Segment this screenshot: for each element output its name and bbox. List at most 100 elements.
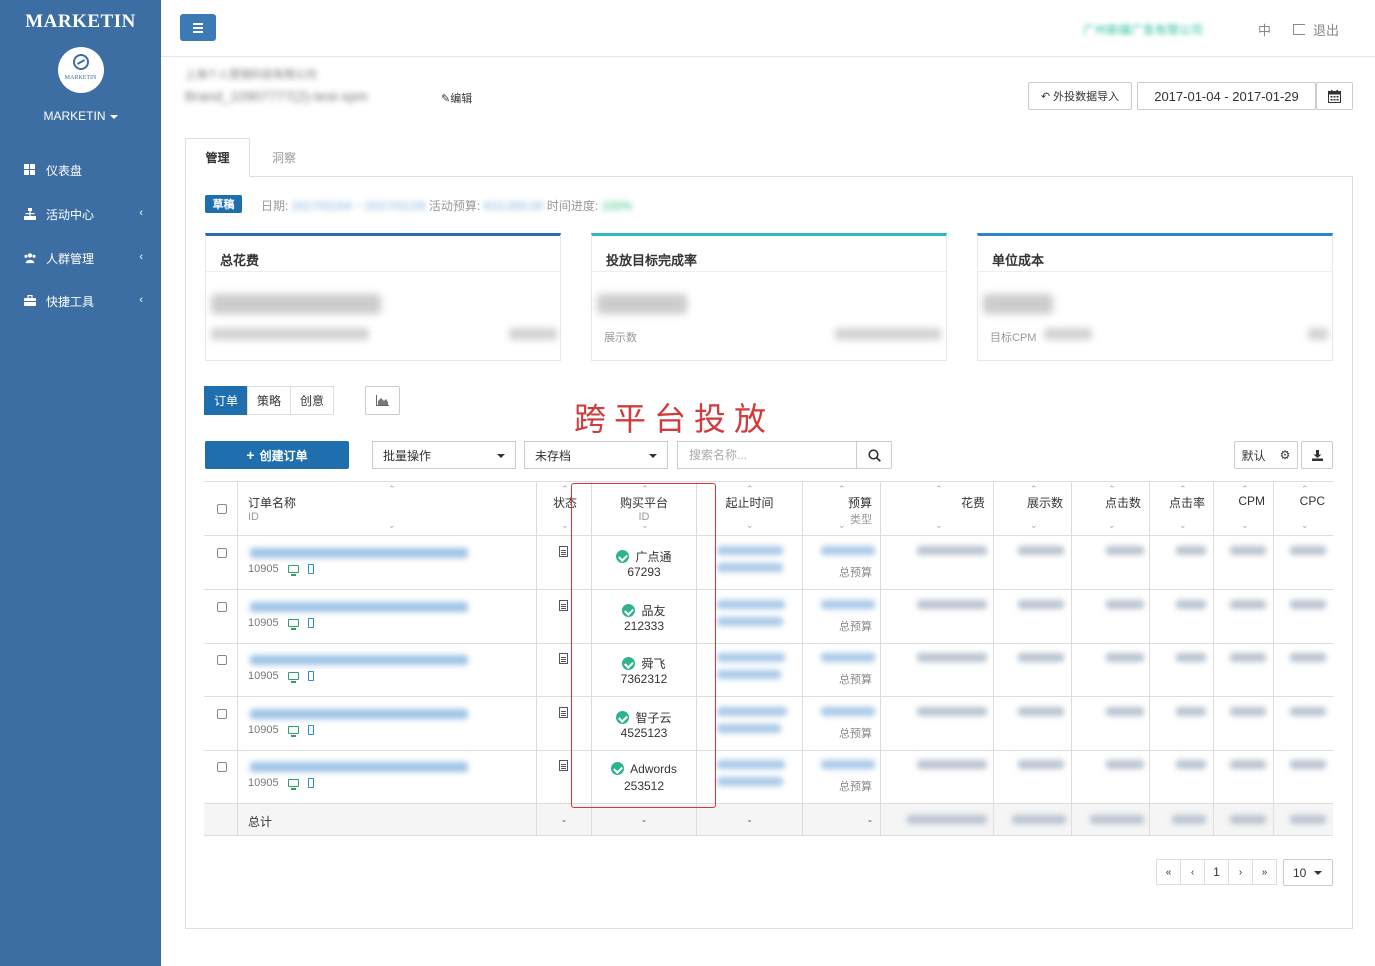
select-all-checkbox[interactable] — [217, 504, 227, 514]
header-platform[interactable]: ⌃ 购买平台 ID ⌄ — [591, 482, 696, 537]
search-button[interactable] — [856, 441, 892, 469]
desktop-icon — [288, 779, 299, 790]
tab-manage[interactable]: 管理 — [185, 138, 250, 177]
sidebar-item-label: 人群管理 — [46, 251, 95, 266]
bulk-action-select[interactable]: 批量操作 — [372, 441, 516, 469]
column-preset-button[interactable]: 默认 ⚙ — [1234, 441, 1298, 469]
platform-name: 智子云 — [592, 709, 696, 726]
header-label: 点击率 — [1168, 496, 1205, 510]
briefcase-icon — [24, 295, 36, 306]
archive-filter-label: 未存档 — [535, 448, 572, 463]
kpi-card-total-spend: 总花费 — [205, 233, 561, 361]
campaign-name: Brand_10907777(2)-test-xpm — [185, 88, 368, 104]
header-label: 展示数 — [1026, 496, 1063, 510]
sidebar-item-quick-tools[interactable]: 快捷工具 ‹ — [0, 291, 161, 311]
table-row: 10905 品友 212333 总预算 — [204, 590, 1333, 644]
sidebar-item-dashboard[interactable]: 仪表盘 — [0, 160, 161, 180]
tab-insight[interactable]: 洞察 — [256, 138, 312, 177]
header-cpc[interactable]: ⌃ CPC ⌄ — [1273, 482, 1333, 537]
export-button[interactable] — [1301, 441, 1333, 469]
order-id: 10905 — [248, 617, 279, 629]
edit-button[interactable]: ✎编辑 — [441, 90, 472, 106]
budget-type: 总预算 — [839, 674, 872, 686]
page-prev-button[interactable]: ‹ — [1180, 859, 1205, 885]
annotation-title: 跨平台投放 — [574, 400, 775, 438]
row-checkbox[interactable] — [217, 709, 227, 719]
calendar-button[interactable] — [1316, 82, 1353, 110]
chart-toggle-button[interactable] — [365, 386, 400, 415]
header-order-name[interactable]: ⌃ 订单名称 ID ⌄ — [237, 482, 536, 537]
kpi-card-title: 单位成本 — [992, 253, 1045, 268]
mobile-icon — [308, 725, 314, 735]
order-name-link[interactable] — [250, 709, 468, 719]
row-checkbox[interactable] — [217, 655, 227, 665]
page-last-button[interactable]: » — [1252, 859, 1277, 885]
document-icon[interactable] — [559, 546, 568, 557]
logout-button[interactable]: 退出 — [1293, 20, 1339, 39]
sidebar-item-campaign-center[interactable]: 活动中心 ‹ — [0, 204, 161, 224]
platform-check-icon — [616, 550, 630, 563]
caret-down-icon — [497, 454, 505, 458]
create-order-button[interactable]: + 创建订单 — [205, 441, 349, 469]
plus-icon: + — [246, 447, 255, 463]
document-icon[interactable] — [559, 653, 568, 664]
header-budget[interactable]: ⌃ 预算 类型 ⌄ — [802, 482, 880, 537]
budget-type: 总预算 — [839, 621, 872, 633]
sidebar-item-audience[interactable]: 人群管理 ‹ — [0, 248, 161, 268]
page-next-button[interactable]: › — [1228, 859, 1253, 885]
page-size-select[interactable]: 10 — [1283, 859, 1333, 886]
tab-orders[interactable]: 订单 — [204, 386, 248, 415]
row-checkbox[interactable] — [217, 548, 227, 558]
platform-name: 广点通 — [592, 548, 696, 565]
kpi-card-unit-cost: 单位成本 目标CPM — [977, 233, 1333, 361]
header-cpm[interactable]: ⌃ CPM ⌄ — [1213, 482, 1273, 537]
document-icon[interactable] — [559, 707, 568, 718]
order-id: 10905 — [248, 563, 279, 575]
header-dates[interactable]: ⌃ 起止时间 ⌄ — [696, 482, 802, 537]
order-name-link[interactable] — [250, 548, 468, 558]
table-row: 10905 舜飞 7362312 总预算 — [204, 643, 1333, 697]
table-row: 10905 Adwords 253512 总预算 — [204, 750, 1333, 804]
header-label: 购买平台 — [619, 496, 668, 510]
external-data-import-button[interactable]: ↶ 外投数据导入 — [1028, 82, 1132, 110]
page-first-button[interactable]: « — [1156, 859, 1181, 885]
header-ctr[interactable]: ⌃ 点击率 ⌄ — [1149, 482, 1213, 537]
sidebar-item-label: 快捷工具 — [46, 294, 95, 309]
platform-id: 253512 — [623, 779, 665, 793]
header-clicks[interactable]: ⌃ 点击数 ⌄ — [1071, 482, 1149, 537]
document-icon[interactable] — [559, 760, 568, 771]
date-range-picker[interactable]: 2017-01-04 - 2017-01-29 — [1137, 82, 1316, 110]
order-name-link[interactable] — [250, 602, 468, 612]
users-icon — [24, 253, 36, 264]
header-impressions[interactable]: ⌃ 展示数 ⌄ — [993, 482, 1071, 537]
page-current-button[interactable]: 1 — [1204, 859, 1229, 885]
platform-name: Adwords — [592, 762, 696, 776]
row-checkbox[interactable] — [217, 602, 227, 612]
search-input[interactable] — [677, 441, 857, 469]
user-menu[interactable]: MARKETIN — [0, 109, 161, 123]
order-name-link[interactable] — [250, 655, 468, 665]
header-status[interactable]: ⌃ 状态 ⌄ — [536, 482, 591, 537]
order-id: 10905 — [248, 724, 279, 736]
tab-strategy[interactable]: 策略 — [247, 386, 291, 415]
top-bar: 广州新媒广告有限公司 中 退出 — [161, 0, 1375, 57]
logout-label: 退出 — [1313, 23, 1340, 38]
menu-toggle-button[interactable] — [180, 14, 216, 41]
platform-check-icon — [622, 604, 636, 617]
total-budget-dash: - — [868, 813, 872, 827]
total-platform-dash: - — [642, 813, 646, 827]
import-label: 外投数据导入 — [1053, 91, 1120, 103]
platform-label: Adwords — [630, 762, 677, 776]
row-checkbox[interactable] — [217, 762, 227, 772]
brand-logo-text: MARKETIN — [25, 11, 136, 32]
user-menu-label: MARKETIN — [43, 109, 106, 123]
logo-swirl-icon — [72, 54, 89, 70]
archive-filter-select[interactable]: 未存档 — [524, 441, 668, 469]
header-spend[interactable]: ⌃ 花费 ⌄ — [880, 482, 993, 537]
bulk-action-label: 批量操作 — [383, 448, 432, 463]
create-order-label: 创建订单 — [259, 448, 308, 463]
order-name-link[interactable] — [250, 762, 468, 772]
language-switch[interactable]: 中 — [1258, 20, 1271, 39]
tab-creative[interactable]: 创意 — [290, 386, 334, 415]
document-icon[interactable] — [559, 600, 568, 611]
